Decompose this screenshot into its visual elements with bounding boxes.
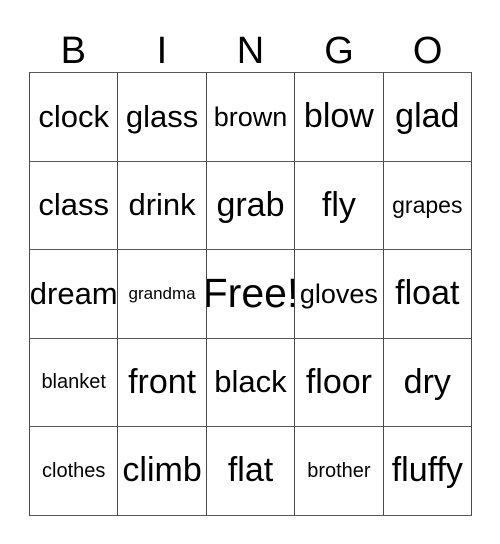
bingo-cell[interactable]: dry <box>383 338 472 428</box>
bingo-cell-label: brown <box>213 101 288 132</box>
bingo-cell-label: class <box>38 187 110 223</box>
bingo-cell-label: grapes <box>392 192 463 219</box>
bingo-cell-label: blanket <box>41 371 106 394</box>
bingo-cell-label: glass <box>125 98 199 134</box>
bingo-cell[interactable]: fly <box>295 161 384 251</box>
bingo-cell[interactable]: blanket <box>30 338 119 428</box>
bingo-cell-label: climb <box>122 451 202 490</box>
bingo-header-letter-b: B <box>60 30 86 72</box>
bingo-cell-label: flat <box>227 451 274 490</box>
bingo-cell[interactable]: brown <box>206 73 296 162</box>
bingo-card: B I N G O clock glass brown blow glad cl… <box>0 0 500 544</box>
bingo-header-row: B I N G O <box>29 20 472 72</box>
bingo-cell[interactable]: clothes <box>30 427 119 516</box>
bingo-cell[interactable]: fluffy <box>383 427 472 516</box>
bingo-cell-label: grab <box>216 185 285 224</box>
bingo-cell-label: front <box>128 362 197 401</box>
bingo-cell[interactable]: float <box>383 250 472 339</box>
bingo-cell-label: clothes <box>42 459 106 482</box>
bingo-cell[interactable]: grandma <box>118 250 207 339</box>
bingo-cell-label: dry <box>403 362 451 401</box>
bingo-cell-label: blow <box>303 96 374 135</box>
bingo-cell-label: clock <box>38 98 110 134</box>
bingo-grid: clock glass brown blow glad class drink … <box>29 72 472 516</box>
bingo-cell[interactable]: blow <box>295 73 384 162</box>
bingo-header-letter-o: O <box>412 30 443 72</box>
bingo-cell-label: float <box>395 274 460 313</box>
bingo-cell[interactable]: drink <box>118 161 207 251</box>
bingo-cell[interactable]: gloves <box>295 250 384 339</box>
bingo-cell-label: fly <box>321 185 356 224</box>
bingo-cell[interactable]: clock <box>30 73 119 162</box>
bingo-cell-label: drink <box>128 187 196 223</box>
bingo-cell-label: floor <box>305 362 372 401</box>
bingo-cell[interactable]: front <box>118 338 207 428</box>
bingo-cell-label: black <box>214 364 287 400</box>
bingo-cell-label: brother <box>307 459 371 482</box>
bingo-free-space-cell[interactable]: Free! <box>206 250 296 339</box>
bingo-cell[interactable]: climb <box>118 427 207 516</box>
bingo-cell[interactable]: glad <box>383 73 472 162</box>
bingo-free-space-label: Free! <box>206 270 296 317</box>
bingo-cell[interactable]: floor <box>295 338 384 428</box>
bingo-cell[interactable]: brother <box>295 427 384 516</box>
bingo-header-letter-n: N <box>236 30 265 72</box>
bingo-cell[interactable]: black <box>206 338 296 428</box>
bingo-cell[interactable]: dream <box>30 250 119 339</box>
bingo-header-letter-g: G <box>324 30 354 72</box>
bingo-header-letter-i: I <box>156 30 168 72</box>
bingo-cell-label: grandma <box>128 284 196 304</box>
bingo-cell-label: fluffy <box>391 451 463 490</box>
bingo-cell[interactable]: class <box>30 161 119 251</box>
bingo-cell-label: gloves <box>299 278 378 309</box>
bingo-cell[interactable]: flat <box>206 427 296 516</box>
bingo-cell-label: dream <box>30 275 118 311</box>
bingo-cell[interactable]: glass <box>118 73 207 162</box>
bingo-cell-label: glad <box>395 96 460 135</box>
bingo-cell[interactable]: grapes <box>383 161 472 251</box>
bingo-cell[interactable]: grab <box>206 161 296 251</box>
